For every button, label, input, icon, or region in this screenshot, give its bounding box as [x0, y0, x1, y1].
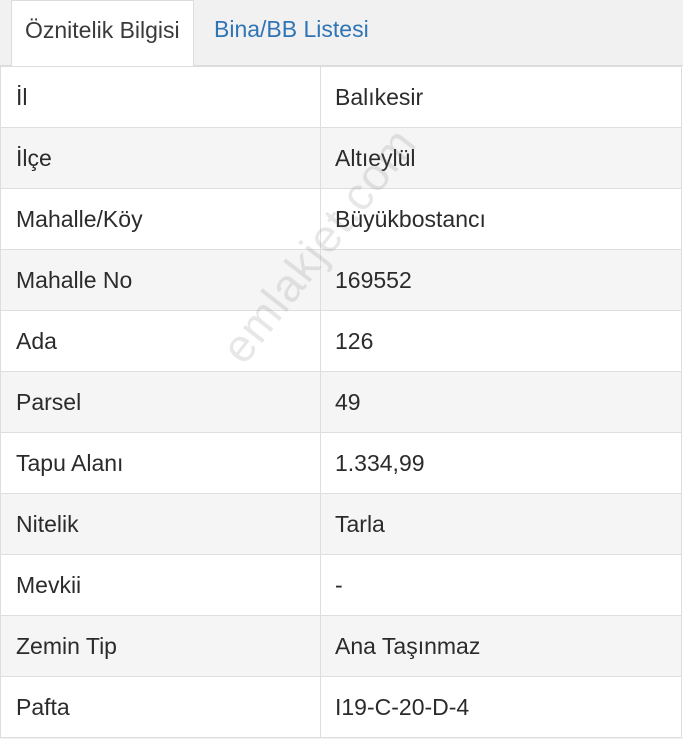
row-key: Parsel [0, 371, 321, 433]
row-key: İlçe [0, 127, 321, 189]
row-key: Mahalle/Köy [0, 188, 321, 250]
tab-building-list[interactable]: Bina/BB Listesi [201, 0, 382, 66]
row-value: I19-C-20-D-4 [320, 676, 682, 738]
table-row: Mahalle No 169552 [0, 249, 682, 311]
attribute-table: İl Balıkesir İlçe Altıeylül Mahalle/Köy … [0, 66, 682, 738]
table-row: Pafta I19-C-20-D-4 [0, 676, 682, 738]
row-key: Ada [0, 310, 321, 372]
row-key: Mahalle No [0, 249, 321, 311]
row-value: 49 [320, 371, 682, 433]
row-key: İl [0, 66, 321, 128]
row-key: Mevkii [0, 554, 321, 616]
tab-attribute-info[interactable]: Öznitelik Bilgisi [11, 0, 194, 67]
row-key: Pafta [0, 676, 321, 738]
attribute-table-wrapper: İl Balıkesir İlçe Altıeylül Mahalle/Köy … [0, 66, 683, 738]
table-row: Mahalle/Köy Büyükbostancı [0, 188, 682, 250]
row-value: Balıkesir [320, 66, 682, 128]
row-key: Tapu Alanı [0, 432, 321, 494]
table-row: Nitelik Tarla [0, 493, 682, 555]
row-value: Büyükbostancı [320, 188, 682, 250]
table-row: İlçe Altıeylül [0, 127, 682, 189]
table-row: Ada 126 [0, 310, 682, 372]
row-value: 169552 [320, 249, 682, 311]
row-key: Nitelik [0, 493, 321, 555]
table-row: Parsel 49 [0, 371, 682, 433]
table-row: İl Balıkesir [0, 66, 682, 128]
row-value: 1.334,99 [320, 432, 682, 494]
row-value: - [320, 554, 682, 616]
table-row: Mevkii - [0, 554, 682, 616]
row-value: Ana Taşınmaz [320, 615, 682, 677]
row-value: Tarla [320, 493, 682, 555]
row-key: Zemin Tip [0, 615, 321, 677]
row-value: 126 [320, 310, 682, 372]
tab-bar: Öznitelik Bilgisi Bina/BB Listesi [0, 0, 683, 67]
table-row: Zemin Tip Ana Taşınmaz [0, 615, 682, 677]
table-row: Tapu Alanı 1.334,99 [0, 432, 682, 494]
row-value: Altıeylül [320, 127, 682, 189]
attribute-panel: Öznitelik Bilgisi Bina/BB Listesi İl Bal… [0, 0, 683, 739]
